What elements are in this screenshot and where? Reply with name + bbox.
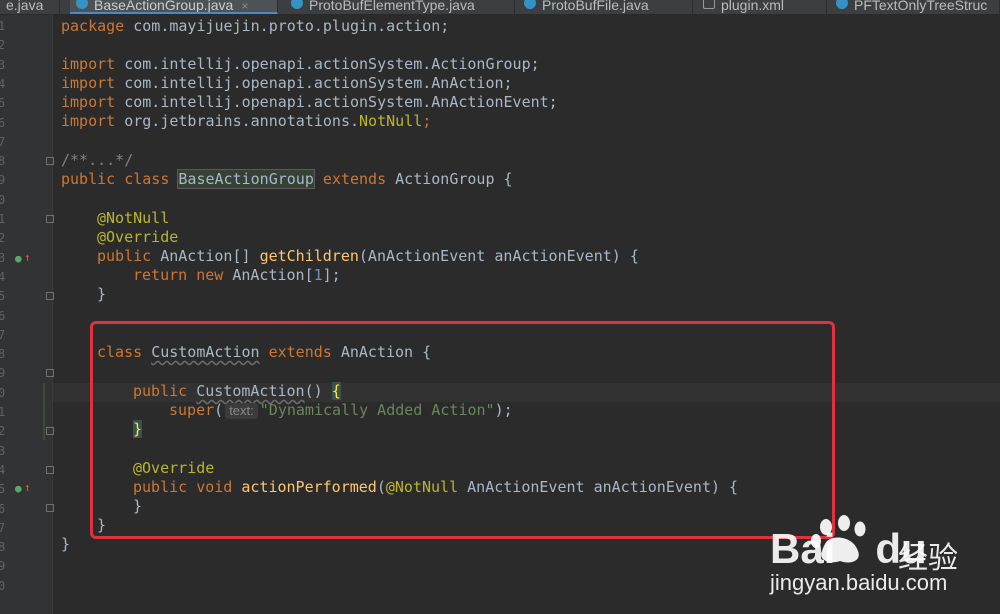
code-line-13: public AnAction[] getChildren(AnActionEv…	[97, 247, 639, 265]
baidu-jingyan-watermark: Bai du 经验 jingyan.baidu.com	[770, 505, 970, 605]
tab-label: e.java	[6, 0, 44, 13]
line-number[interactable]: 6	[0, 307, 8, 326]
line-number[interactable]: 4	[0, 461, 8, 480]
code-line-27: }	[61, 535, 71, 553]
fold-collapse-icon[interactable]	[46, 504, 54, 512]
code-line-11: @NotNull	[97, 209, 170, 227]
java-class-icon	[524, 0, 536, 10]
line-number[interactable]: 6	[0, 500, 8, 519]
line-number[interactable]: 5	[0, 94, 8, 113]
line-number[interactable]: 1	[0, 210, 8, 229]
gutter-separator	[52, 15, 53, 614]
implements-method-icon[interactable]: ●	[15, 483, 22, 495]
line-number[interactable]: 8	[0, 152, 8, 171]
line-number[interactable]: 3	[0, 249, 8, 268]
implements-method-icon[interactable]: ●	[15, 253, 22, 265]
code-line-14: return new AnAction[1];	[133, 266, 341, 284]
override-arrow-icon[interactable]: ↑	[24, 482, 31, 494]
line-number[interactable]: 2	[0, 229, 8, 248]
line-number[interactable]: 9	[0, 557, 8, 576]
class-name-base-action-group[interactable]: BaseActionGroup	[177, 169, 315, 189]
close-icon[interactable]: ×	[241, 0, 248, 12]
line-number[interactable]: 5	[0, 287, 8, 306]
line-number[interactable]: 6	[0, 114, 8, 133]
tab-label: ProtoBufFile.java	[542, 0, 649, 13]
fold-collapse-icon[interactable]	[46, 466, 54, 474]
fold-collapse-icon[interactable]	[46, 215, 54, 223]
line-number-gutter: 123456789012345678901234567890	[0, 15, 52, 614]
code-line-3: import com.intellij.openapi.actionSystem…	[61, 55, 540, 73]
override-arrow-icon[interactable]: ↑	[24, 252, 31, 264]
line-number[interactable]: 8	[0, 345, 8, 364]
line-number[interactable]: 2	[0, 422, 8, 441]
java-class-icon	[291, 0, 303, 10]
line-number[interactable]: 4	[0, 268, 8, 287]
annotation-highlight-box	[90, 321, 835, 539]
tab-pftextonly-tree[interactable]: PFTextOnlyTreeStruc	[830, 0, 1000, 14]
tab-label: ProtoBufElementType.java	[309, 0, 475, 13]
line-number[interactable]: 7	[0, 519, 8, 538]
tab-label: plugin.xml	[721, 0, 785, 13]
line-number[interactable]: 3	[0, 442, 8, 461]
watermark-url: jingyan.baidu.com	[770, 570, 948, 595]
fold-collapse-icon[interactable]	[46, 292, 54, 300]
line-number[interactable]: 0	[0, 577, 8, 596]
editor-tab-bar: e.java BaseActionGroup.java × ProtoBufEle…	[0, 0, 1000, 15]
code-line-6: import org.jetbrains.annotations.NotNull…	[61, 112, 432, 130]
line-number[interactable]: 5	[0, 480, 8, 499]
line-number[interactable]: 9	[0, 171, 8, 190]
line-number[interactable]: 2	[0, 36, 8, 55]
code-line-5: import com.intellij.openapi.actionSystem…	[61, 93, 558, 111]
folded-javadoc[interactable]: /**...*/	[61, 151, 133, 170]
code-line-1: package com.mayijuejin.proto.plugin.acti…	[61, 17, 450, 35]
line-number[interactable]: 0	[0, 191, 8, 210]
line-number[interactable]: 1	[0, 17, 8, 36]
code-line-15: }	[97, 285, 107, 303]
tab-plugin-xml[interactable]: plugin.xml	[697, 0, 827, 14]
vcs-change-marker[interactable]	[43, 383, 45, 440]
tab-base-action-group[interactable]: BaseActionGroup.java ×	[70, 0, 278, 14]
code-line-12: @Override	[97, 228, 179, 246]
fold-collapse-icon[interactable]	[46, 427, 54, 435]
tab-e-java[interactable]: e.java	[0, 0, 60, 14]
line-number[interactable]: 1	[0, 403, 8, 422]
java-class-icon	[76, 0, 88, 10]
line-number[interactable]: 7	[0, 326, 8, 345]
code-line-4: import com.intellij.openapi.actionSystem…	[61, 74, 513, 92]
fold-collapse-icon[interactable]	[46, 369, 54, 377]
java-class-icon	[836, 0, 848, 10]
line-number[interactable]: 3	[0, 56, 8, 75]
line-number[interactable]: 7	[0, 133, 8, 152]
tab-protobuf-file[interactable]: ProtoBufFile.java	[518, 0, 693, 14]
line-number[interactable]: 4	[0, 75, 8, 94]
tab-protobuf-element-type[interactable]: ProtoBufElementType.java	[285, 0, 515, 14]
fold-expand-icon[interactable]	[46, 157, 54, 165]
tab-label: PFTextOnlyTreeStruc	[854, 0, 988, 13]
line-number[interactable]: 0	[0, 384, 8, 403]
line-number[interactable]: 9	[0, 364, 8, 383]
line-number[interactable]: 8	[0, 538, 8, 557]
code-line-9: public class BaseActionGroup extends Act…	[61, 169, 513, 189]
xml-file-icon	[703, 0, 715, 10]
tab-label: BaseActionGroup.java	[94, 0, 234, 13]
